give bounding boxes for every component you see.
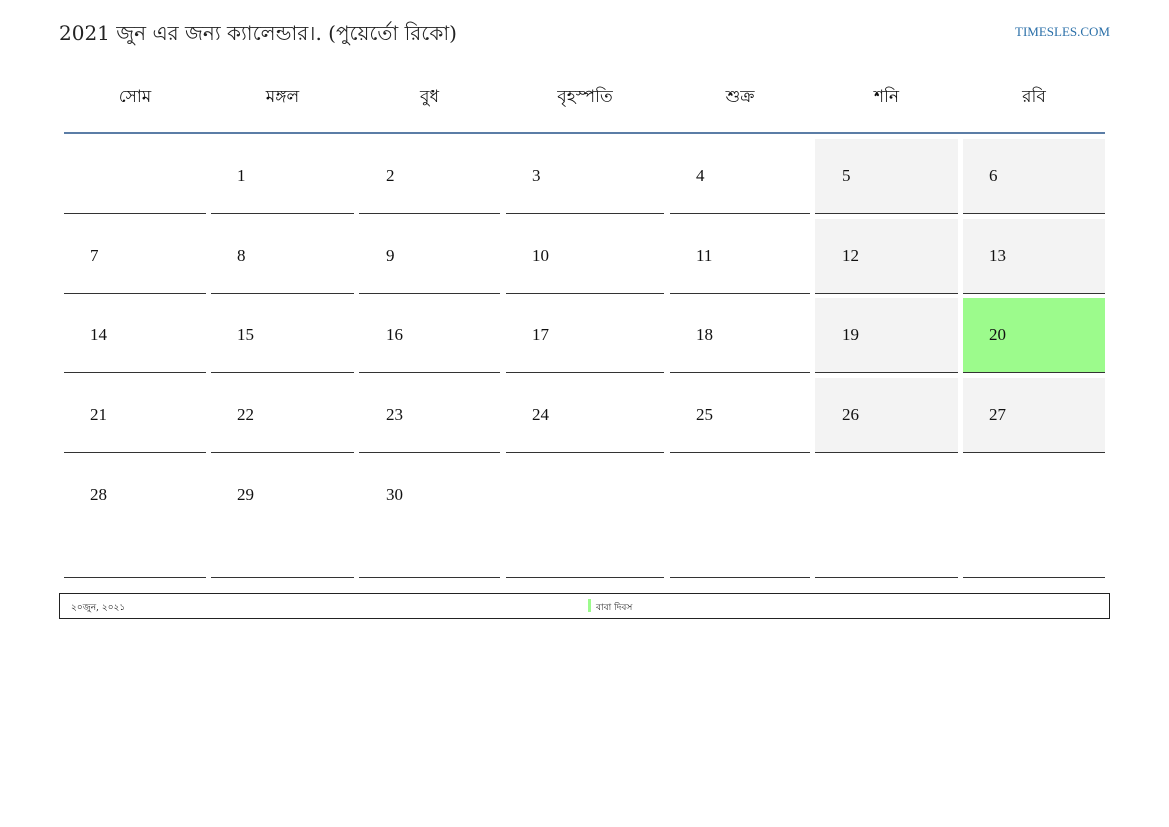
day-number: 13 [989, 246, 1006, 265]
holiday-date: ২০জুন, ২০২১ [71, 603, 126, 613]
day-cell-21: 21 [64, 378, 206, 453]
day-cell-20: 20 [963, 298, 1105, 373]
weekday-wed: বুধ [420, 87, 439, 107]
day-number: 16 [386, 325, 403, 344]
weekday-fri: শুক্র [725, 87, 755, 107]
day-cell-12: 12 [815, 219, 958, 294]
day-number: 9 [386, 246, 395, 265]
day-cell-6: 6 [963, 139, 1105, 214]
day-cell-3: 3 [506, 139, 664, 214]
holiday-color-marker [588, 599, 591, 612]
holiday-list: ২০জুন, ২০২১ বাবা দিবস [59, 593, 1110, 619]
day-cell-5: 5 [815, 139, 958, 214]
day-number: 18 [696, 325, 713, 344]
day-number: 8 [237, 246, 246, 265]
day-number: 29 [237, 485, 254, 504]
day-number: 5 [842, 166, 851, 185]
day-cell-24: 24 [506, 378, 664, 453]
day-number: 10 [532, 246, 549, 265]
day-cell-16: 16 [359, 298, 500, 373]
day-cell-10: 10 [506, 219, 664, 294]
day-number: 7 [90, 246, 99, 265]
day-cell-13: 13 [963, 219, 1105, 294]
day-cell-28: 28 [64, 458, 206, 578]
weekday-sat: শনি [873, 87, 900, 107]
day-number: 22 [237, 405, 254, 424]
day-cell-15: 15 [211, 298, 354, 373]
day-cell-8: 8 [211, 219, 354, 294]
day-cell-30: 30 [359, 458, 500, 578]
day-number: 21 [90, 405, 107, 424]
day-number: 11 [696, 246, 713, 265]
holiday-name: বাবা দিবস [596, 603, 633, 613]
empty-day-cell [64, 139, 206, 214]
day-cell-14: 14 [64, 298, 206, 373]
day-number: 3 [532, 166, 541, 185]
day-number: 28 [90, 485, 107, 504]
day-cell-11: 11 [670, 219, 810, 294]
day-number: 14 [90, 325, 107, 344]
day-number: 24 [532, 405, 549, 424]
page-title: 2021 জুন এর জন্য ক্যালেন্ডার।. (পুয়ের্ত… [59, 21, 457, 45]
day-cell-27: 27 [963, 378, 1105, 453]
weekday-thu: বৃহস্পতি [557, 87, 613, 107]
day-cell-29: 29 [211, 458, 354, 578]
day-number: 20 [989, 325, 1006, 344]
day-cell-9: 9 [359, 219, 500, 294]
weekday-tue: মঙ্গল [265, 87, 300, 107]
day-cell-1: 1 [211, 139, 354, 214]
day-number: 26 [842, 405, 859, 424]
day-number: 4 [696, 166, 705, 185]
day-number: 25 [696, 405, 713, 424]
empty-day-cell [670, 458, 810, 578]
empty-day-cell [963, 458, 1105, 578]
day-number: 2 [386, 166, 395, 185]
weekday-sun: রবি [1022, 87, 1046, 107]
empty-day-cell [815, 458, 958, 578]
site-link[interactable]: TIMESLES.COM [1015, 24, 1110, 40]
day-number: 12 [842, 246, 859, 265]
day-cell-25: 25 [670, 378, 810, 453]
day-number: 30 [386, 485, 403, 504]
day-cell-2: 2 [359, 139, 500, 214]
day-number: 19 [842, 325, 859, 344]
day-number: 23 [386, 405, 403, 424]
day-cell-4: 4 [670, 139, 810, 214]
day-number: 15 [237, 325, 254, 344]
day-cell-22: 22 [211, 378, 354, 453]
day-cell-23: 23 [359, 378, 500, 453]
day-cell-19: 19 [815, 298, 958, 373]
day-number: 17 [532, 325, 549, 344]
day-number: 1 [237, 166, 246, 185]
empty-day-cell [506, 458, 664, 578]
weekday-header: সোম মঙ্গল বুধ বৃহস্পতি শুক্র শনি রবি [64, 76, 1105, 134]
day-cell-17: 17 [506, 298, 664, 373]
day-number: 6 [989, 166, 998, 185]
day-number: 27 [989, 405, 1006, 424]
day-cell-7: 7 [64, 219, 206, 294]
day-cell-26: 26 [815, 378, 958, 453]
day-cell-18: 18 [670, 298, 810, 373]
weekday-mon: সোম [118, 87, 152, 107]
